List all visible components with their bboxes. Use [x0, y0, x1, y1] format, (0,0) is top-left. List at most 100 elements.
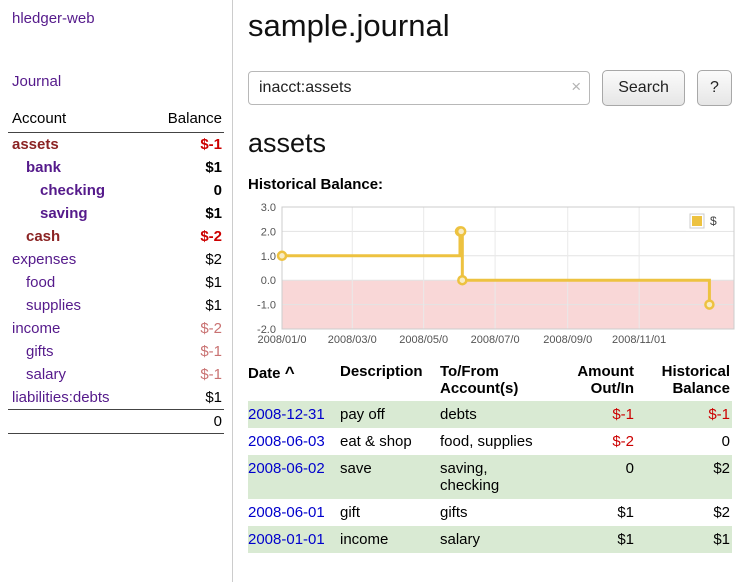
account-balance: $1: [205, 204, 222, 223]
register-row: 2008-06-02savesaving, checking0$2: [248, 455, 732, 499]
account-balance: 0: [214, 181, 222, 200]
account-link[interactable]: supplies: [8, 296, 81, 315]
legend-colorbox: [692, 216, 702, 226]
main-content: sample.journal × Search ? assets Histori…: [234, 0, 742, 582]
transaction-accounts: gifts: [440, 499, 552, 526]
account-column-header: Account: [12, 110, 66, 127]
transaction-amount: $-1: [552, 401, 636, 428]
transaction-date-link[interactable]: 2008-06-02: [248, 460, 325, 477]
transaction-accounts: salary: [440, 526, 552, 553]
account-link[interactable]: cash: [8, 227, 60, 246]
x-tick-label: 2008/03/0: [328, 334, 377, 346]
transaction-description: pay off: [340, 401, 440, 428]
account-link[interactable]: saving: [8, 204, 88, 223]
transaction-accounts: saving, checking: [440, 455, 552, 499]
balance-column-header: Balance: [168, 110, 222, 127]
account-link[interactable]: bank: [8, 158, 61, 177]
transaction-historical-balance: $-1: [636, 401, 732, 428]
account-link[interactable]: income: [8, 319, 60, 338]
transaction-historical-balance: $1: [636, 526, 732, 553]
transaction-description: eat & shop: [340, 428, 440, 455]
search-button[interactable]: Search: [602, 70, 685, 106]
transaction-amount: $-2: [552, 428, 636, 455]
transaction-date-link[interactable]: 2008-06-03: [248, 433, 325, 450]
account-balance: $1: [205, 388, 222, 407]
account-tree: assets $-1 bank $1 checking 0 saving $1 cash $-2 e…: [8, 133, 224, 409]
data-point: [458, 276, 466, 284]
account-row: supplies $1: [8, 294, 224, 317]
page-title: sample.journal: [248, 8, 732, 44]
chart-title: Historical Balance:: [248, 176, 732, 193]
register-body: 2008-12-31pay offdebts$-1$-12008-06-03ea…: [248, 401, 732, 553]
nav-journal-link[interactable]: Journal: [0, 71, 232, 92]
date-header-label: Date: [248, 365, 281, 382]
register-table: Date ^ Description To/From Account(s) Am…: [248, 361, 732, 553]
transaction-accounts: food, supplies: [440, 428, 552, 455]
transaction-historical-balance: 0: [636, 428, 732, 455]
y-tick-label: 3.0: [261, 202, 276, 214]
transaction-description: income: [340, 526, 440, 553]
account-link[interactable]: salary: [8, 365, 66, 384]
register-row: 2008-06-03 eat & shopfood, supplies$-20: [248, 428, 732, 455]
account-balance: $1: [205, 158, 222, 177]
account-balance: $-1: [200, 135, 222, 154]
y-tick-label: 1.0: [261, 251, 276, 263]
account-row: food $1: [8, 271, 224, 294]
register-header-row: Date ^ Description To/From Account(s) Am…: [248, 361, 732, 401]
total-row: 0: [8, 409, 224, 434]
legend-label: $: [710, 214, 717, 228]
historical-balance-column-header: Historical Balance: [636, 361, 732, 401]
balance-chart: 3.02.01.00.0-1.0-2.02008/01/02008/03/020…: [248, 199, 736, 349]
account-row: expenses $2: [8, 248, 224, 271]
account-balance: $1: [205, 273, 222, 292]
register-row: 2008-06-01giftgifts$1$2: [248, 499, 732, 526]
account-row: gifts$-1: [8, 340, 224, 363]
transaction-amount: $1: [552, 499, 636, 526]
account-link[interactable]: assets: [8, 135, 59, 154]
account-link[interactable]: gifts: [8, 342, 54, 361]
transaction-historical-balance: $2: [636, 455, 732, 499]
account-heading: assets: [248, 128, 732, 159]
account-row: cash $-2: [8, 225, 224, 248]
data-point: [705, 301, 713, 309]
app-title-link[interactable]: hledger-web: [0, 8, 232, 29]
search-bar: × Search ?: [248, 70, 732, 106]
date-column-header[interactable]: Date ^: [248, 361, 340, 401]
tofrom-account-column-header: To/From Account(s): [440, 361, 552, 401]
account-link[interactable]: food: [8, 273, 55, 292]
account-row: checking 0: [8, 179, 224, 202]
register-row: 2008-01-01incomesalary$1$1: [248, 526, 732, 553]
amount-column-header: Amount Out/In: [552, 361, 636, 401]
x-tick-label: 2008/09/0: [543, 334, 592, 346]
account-balance: $-2: [200, 319, 222, 338]
account-link[interactable]: liabilities:debts: [8, 388, 110, 407]
data-point: [457, 227, 465, 235]
account-link[interactable]: expenses: [8, 250, 76, 269]
transaction-date-link[interactable]: 2008-01-01: [248, 531, 325, 548]
account-balance: $-2: [200, 227, 222, 246]
account-row: salary$-1: [8, 363, 224, 386]
x-tick-label: 2008/05/0: [399, 334, 448, 346]
account-balance: $2: [205, 250, 222, 269]
y-tick-label: 2.0: [261, 226, 276, 238]
clear-search-icon[interactable]: ×: [571, 77, 581, 97]
register-row: 2008-12-31pay offdebts$-1$-1: [248, 401, 732, 428]
search-input[interactable]: [248, 71, 590, 105]
account-table-header: Account Balance: [8, 108, 224, 133]
transaction-date-link[interactable]: 2008-06-01: [248, 504, 325, 521]
account-balance: $1: [205, 296, 222, 315]
transaction-date-link[interactable]: 2008-12-31: [248, 406, 325, 423]
x-tick-label: 2008/01/0: [258, 334, 307, 346]
sort-ascending-icon: ^: [285, 363, 295, 382]
account-row: saving $1: [8, 202, 224, 225]
account-row: assets $-1: [8, 133, 224, 156]
description-column-header: Description: [340, 361, 440, 401]
account-row: income $-2: [8, 317, 224, 340]
x-tick-label: 2008/07/0: [471, 334, 520, 346]
transaction-amount: 0: [552, 455, 636, 499]
total-balance: 0: [214, 413, 222, 430]
account-link[interactable]: checking: [8, 181, 105, 200]
y-tick-label: -1.0: [257, 300, 276, 312]
search-box: ×: [248, 71, 590, 105]
help-button[interactable]: ?: [697, 70, 732, 106]
